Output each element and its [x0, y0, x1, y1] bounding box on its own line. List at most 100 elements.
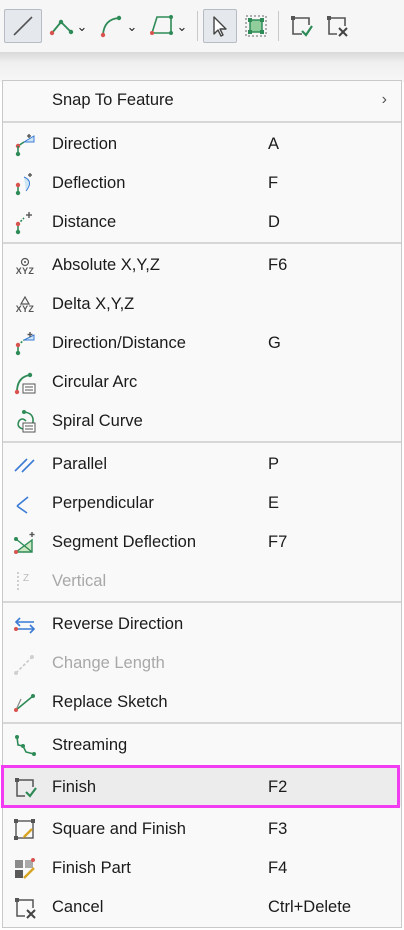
menu-item-label: Replace Sketch — [52, 692, 168, 711]
menu-item-label: Absolute X,Y,Z — [52, 255, 160, 274]
menu-item-spiral-curve[interactable]: Spiral Curve — [3, 402, 401, 440]
menu-item-label: Vertical — [52, 571, 107, 590]
menu-item-vertical: Z Vertical — [3, 562, 401, 600]
pointer-icon — [213, 16, 227, 37]
delta-xyz-icon: XYZ — [12, 292, 38, 318]
menu-item-shortcut: F4 — [268, 858, 288, 877]
menu-divider — [3, 121, 401, 123]
menu-item-shortcut: F — [268, 173, 279, 192]
menu-item-circular-arc[interactable]: Circular Arc — [3, 363, 401, 401]
menu-item-change-length: Change Length — [3, 644, 401, 682]
deflection-icon — [12, 171, 38, 197]
menu-item-label: Circular Arc — [52, 372, 138, 391]
menu-item-label: Parallel — [52, 454, 108, 473]
finish-part-icon — [12, 856, 38, 882]
chevron-down-icon: ⌄ — [126, 18, 138, 34]
menu-item-delta-xyz[interactable]: XYZ Delta X,Y,Z — [3, 285, 401, 323]
menu-item-parallel[interactable]: Parallel P — [3, 445, 401, 483]
menu-item-label: Snap To Feature — [52, 90, 174, 109]
menu-item-square-and-finish[interactable]: Square and Finish F3 — [3, 810, 401, 848]
menu-item-distance[interactable]: Distance D — [3, 203, 401, 241]
vertical-icon: Z — [12, 569, 38, 595]
finish-sketch-button[interactable] — [284, 9, 318, 43]
chevron-down-icon: ⌄ — [76, 18, 88, 34]
menu-item-shortcut: P — [268, 454, 280, 473]
direction-distance-icon — [12, 331, 38, 357]
editor-toolbar: ⌄ ⌄ ⌄ — [0, 0, 404, 52]
menu-item-perpendicular[interactable]: Perpendicular E — [3, 484, 401, 522]
menu-item-label: Square and Finish — [52, 819, 186, 838]
menu-item-label: Change Length — [52, 653, 165, 672]
spiral-curve-icon — [12, 409, 38, 435]
midpoint-icon — [49, 19, 73, 36]
toolbar-divider — [278, 11, 279, 41]
menu-item-deflection[interactable]: Deflection F — [3, 164, 401, 202]
highlight-outline — [1, 765, 400, 808]
direction-icon — [12, 132, 38, 158]
chevron-down-icon: ⌄ — [176, 18, 188, 34]
menu-item-label: Streaming — [52, 735, 128, 754]
square-and-finish-icon — [12, 817, 38, 843]
menu-item-label: Deflection — [52, 173, 126, 192]
menu-divider — [3, 441, 401, 443]
svg-text:Z: Z — [23, 573, 29, 584]
menu-divider — [3, 242, 401, 244]
cancel-sketch-icon — [327, 16, 348, 37]
menu-item-label: Reverse Direction — [52, 614, 184, 633]
line-tool-button[interactable] — [4, 9, 42, 43]
menu-item-absolute-xyz[interactable]: XYZ Absolute X,Y,Z F6 — [3, 246, 401, 284]
cancel-sketch-icon — [12, 895, 38, 921]
reverse-direction-icon — [12, 612, 38, 638]
menu-item-label: Direction/Distance — [52, 333, 186, 352]
select-tool-button[interactable] — [203, 9, 237, 43]
menu-item-label: Distance — [52, 212, 117, 231]
toolbar-shadow — [0, 52, 404, 82]
replace-sketch-icon — [12, 690, 38, 716]
menu-item-label: Finish Part — [52, 858, 131, 877]
change-length-icon — [12, 651, 38, 677]
absolute-xyz-icon: XYZ — [12, 253, 38, 279]
straight-segment-icon — [13, 16, 33, 36]
edit-vertices-icon — [245, 15, 267, 37]
perpendicular-icon — [12, 491, 38, 517]
menu-item-direction-distance[interactable]: Direction/Distance G — [3, 324, 401, 362]
menu-item-streaming[interactable]: Streaming — [3, 726, 401, 764]
menu-item-segment-deflection[interactable]: Segment Deflection F7 — [3, 523, 401, 561]
menu-item-label: Perpendicular — [52, 493, 154, 512]
finish-sketch-icon — [291, 16, 313, 37]
menu-item-direction[interactable]: Direction A — [3, 125, 401, 163]
menu-item-label: Segment Deflection — [52, 532, 196, 551]
edit-vertices-button[interactable] — [239, 9, 273, 43]
menu-item-shortcut: F6 — [268, 255, 288, 274]
polygon-tool-button[interactable]: ⌄ — [144, 9, 192, 43]
menu-item-shortcut: F3 — [268, 819, 288, 838]
streaming-icon — [12, 733, 38, 759]
circular-arc-icon — [12, 370, 38, 396]
arc-segment-icon — [100, 15, 121, 38]
menu-item-label: Delta X,Y,Z — [52, 294, 135, 313]
menu-item-shortcut: A — [268, 134, 280, 153]
midpoint-tool-button[interactable]: ⌄ — [44, 9, 92, 43]
menu-item-reverse-direction[interactable]: Reverse Direction — [3, 605, 401, 643]
menu-item-replace-sketch[interactable]: Replace Sketch — [3, 683, 401, 721]
menu-item-label: Cancel — [52, 897, 104, 916]
menu-item-shortcut: E — [268, 493, 280, 512]
menu-item-label: Direction — [52, 134, 118, 153]
menu-divider — [3, 601, 401, 603]
cancel-sketch-button[interactable] — [320, 9, 354, 43]
menu-item-shortcut: G — [268, 333, 281, 352]
segment-deflection-icon — [12, 530, 38, 556]
arc-tool-button[interactable]: ⌄ — [94, 9, 142, 43]
chevron-right-icon: › — [381, 91, 387, 108]
distance-icon — [12, 210, 38, 236]
menu-item-finish-part[interactable]: Finish Part F4 — [3, 849, 401, 887]
menu-item-cancel[interactable]: Cancel Ctrl+Delete — [3, 888, 401, 926]
parallel-icon — [12, 452, 38, 478]
menu-item-shortcut: D — [268, 212, 280, 231]
menu-divider — [3, 722, 401, 724]
polygon-icon — [149, 15, 173, 35]
toolbar-divider — [197, 11, 198, 41]
menu-item-shortcut: F7 — [268, 532, 288, 551]
menu-item-label: Spiral Curve — [52, 411, 143, 430]
menu-item-snap-to-feature[interactable]: Snap To Feature › — [3, 81, 401, 119]
